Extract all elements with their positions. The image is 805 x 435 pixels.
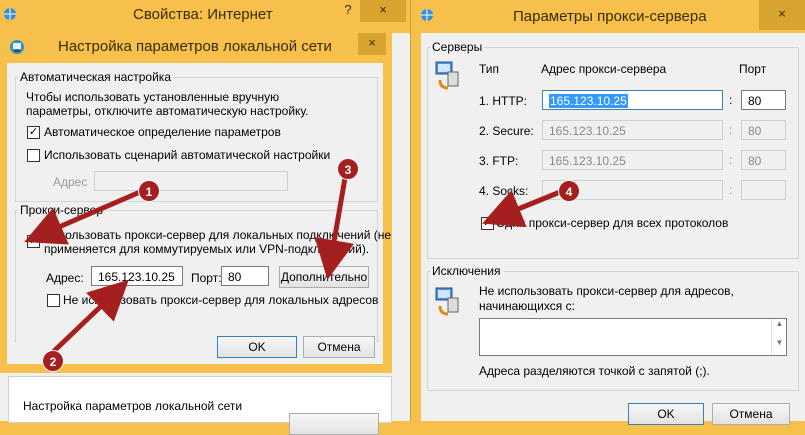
lan-dialog-body: Автоматическая настройка Чтобы использов… (7, 63, 391, 364)
dialog-title: Настройка параметров локальной сети (58, 38, 332, 55)
lan-settings-group: Настройка параметров локальной сети (8, 376, 392, 435)
auto-detect-checkbox[interactable]: ✓ (27, 126, 40, 139)
close-button[interactable]: × (360, 0, 406, 22)
proxy-port-label: Порт: (191, 271, 222, 285)
lan-settings-group-label: Настройка параметров локальной сети (23, 399, 243, 413)
bypass-local-label: Не использовать прокси-сервер для локаль… (63, 293, 379, 307)
marker-1: 1 (138, 180, 160, 202)
network-settings-button[interactable] (289, 413, 379, 435)
exceptions-hint: Адреса разделяются точкой с запятой (;). (479, 364, 710, 378)
column-address-header: Адрес прокси-сервера (541, 62, 667, 76)
servers-group: Серверы Тип Адрес прокси-сервера Порт 1.… (427, 40, 799, 259)
marker-3: 3 (337, 158, 359, 180)
separator: : (729, 153, 733, 167)
exceptions-input[interactable] (479, 318, 787, 356)
proxy-dialog-body: Серверы Тип Адрес прокси-сервера Порт 1.… (421, 33, 805, 425)
exceptions-scrollbar[interactable]: ▲ ▼ (771, 319, 787, 355)
http-address-value: 165.123.10.25 (549, 94, 628, 108)
exceptions-description-line1: Не использовать прокси-сервер для адресо… (479, 284, 734, 298)
separator: : (729, 93, 733, 107)
column-type-header: Тип (479, 62, 500, 76)
http-address-input[interactable]: 165.123.10.25 (542, 90, 723, 110)
ftp-port-input[interactable]: 80 (741, 150, 786, 170)
column-port-header: Порт (739, 62, 767, 76)
http-label: 1. HTTP: (479, 94, 528, 108)
proxy-server-group: Прокси-сервер ✓ Использовать прокси-серв… (15, 203, 391, 343)
same-proxy-checkbox[interactable]: ✓ (481, 217, 494, 230)
auto-config-description: Чтобы использовать установленные вручную… (26, 90, 309, 118)
network-icon (10, 40, 24, 54)
use-script-label: Использовать сценарий автоматической нас… (44, 148, 331, 162)
auto-detect-label: Автоматическое определение параметров (44, 125, 281, 139)
socks-label: 4. Socks: (479, 184, 529, 198)
marker-4: 4 (558, 180, 580, 202)
ok-button[interactable]: OK (628, 403, 704, 425)
window-title: Свойства: Интернет (133, 6, 273, 23)
ftp-address-input[interactable]: 165.123.10.25 (542, 150, 723, 170)
proxy-settings-window: Параметры прокси-сервера × Серверы Тип А… (413, 0, 805, 425)
bypass-local-checkbox[interactable] (47, 294, 60, 307)
cancel-button[interactable]: Отмена (712, 403, 790, 425)
network-computer-icon (435, 287, 459, 316)
exceptions-description-line2: начинающихся с: (479, 299, 575, 313)
help-button[interactable]: ? (338, 0, 358, 22)
advanced-button[interactable]: Дополнительно (279, 266, 369, 288)
internet-options-icon (4, 8, 16, 20)
internet-options-icon (421, 9, 433, 21)
proxy-address-label: Адрес: (46, 271, 84, 285)
marker-2: 2 (42, 350, 64, 372)
window-title: Параметры прокси-сервера (513, 8, 707, 25)
use-proxy-label-line1: Использовать прокси-сервер для локальных… (44, 228, 392, 242)
secure-label: 2. Secure: (479, 124, 534, 138)
lan-settings-dialog: Настройка параметров локальной сети × Ав… (0, 33, 392, 373)
scroll-up-icon[interactable]: ▲ (772, 319, 787, 328)
network-computer-icon (435, 61, 459, 90)
cancel-button[interactable]: Отмена (303, 336, 375, 358)
proxy-server-group-label: Прокси-сервер (18, 203, 105, 217)
script-address-label: Адрес (53, 175, 88, 189)
same-proxy-label: Один прокси-сервер для всех протоколов (496, 216, 729, 230)
use-proxy-checkbox[interactable]: ✓ (27, 235, 40, 248)
exceptions-group: Исключения Не использовать прокси-сервер… (427, 264, 799, 391)
scroll-down-icon[interactable]: ▼ (772, 338, 787, 347)
close-button[interactable]: × (358, 33, 386, 55)
secure-address-input[interactable]: 165.123.10.25 (542, 120, 723, 140)
ok-button[interactable]: OK (217, 336, 297, 358)
ftp-label: 3. FTP: (479, 154, 519, 168)
use-proxy-label-line2: применяется для коммутируемых или VPN-по… (44, 242, 370, 256)
close-button[interactable]: × (759, 0, 805, 30)
script-address-input[interactable] (94, 171, 288, 191)
auto-config-group-label: Автоматическая настройка (18, 70, 173, 84)
proxy-address-input[interactable]: 165.123.10.25 (91, 266, 183, 286)
use-script-checkbox[interactable] (27, 149, 40, 162)
separator: : (729, 123, 733, 137)
separator: : (729, 183, 733, 197)
auto-config-group: Автоматическая настройка Чтобы использов… (15, 70, 378, 202)
proxy-port-input[interactable]: 80 (221, 266, 269, 286)
servers-group-label: Серверы (430, 40, 485, 54)
exceptions-group-label: Исключения (430, 264, 503, 278)
socks-port-input[interactable] (741, 180, 786, 200)
internet-properties-titlebar: Свойства: Интернет ? × (0, 0, 410, 33)
http-port-input[interactable]: 80 (741, 90, 786, 110)
secure-port-input[interactable]: 80 (741, 120, 786, 140)
